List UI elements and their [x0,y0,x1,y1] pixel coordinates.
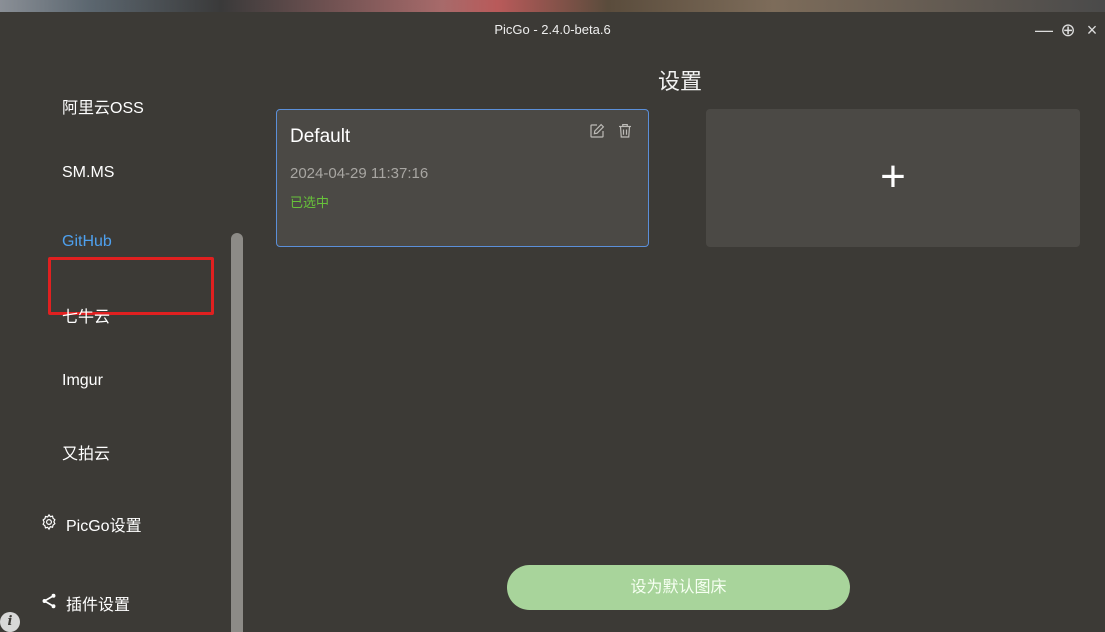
set-default-button[interactable]: 设为默认图床 [507,565,850,610]
gear-icon [40,513,58,536]
add-config-card[interactable]: + [706,109,1080,247]
plus-icon: + [880,152,906,201]
page-title: 设置 [657,69,702,94]
sidebar-item-imgur[interactable]: Imgur [62,372,103,390]
config-date: 2024-04-29 11:37:16 [290,165,429,182]
picgo-settings-label: PicGo设置 [66,518,142,535]
selected-status: 已选中 [290,195,330,210]
delete-icon[interactable] [616,122,634,145]
sidebar-item-github[interactable]: GitHub [62,233,112,251]
config-name: Default [290,126,351,147]
pin-icon[interactable]: ⊕ [1059,20,1077,40]
title-bar: PicGo - 2.4.0-beta.6 — ⊕ × [0,12,1105,50]
config-card-default[interactable]: Default 2024-04-29 11:37:16 已选中 [276,109,649,247]
sidebar: 阿里云OSS SM.MS GitHub 七牛云 Imgur 又拍云 PicGo设… [0,50,232,632]
window-controls: — ⊕ × [1035,20,1101,40]
info-icon[interactable]: i [0,612,20,632]
minimize-icon[interactable]: — [1035,20,1053,40]
sidebar-item-upyun[interactable]: 又拍云 [62,440,110,464]
plugin-settings-label: 插件设置 [66,597,131,614]
sidebar-item-aliyun-oss[interactable]: 阿里云OSS [62,94,144,118]
sidebar-scrollbar[interactable] [231,233,243,632]
sidebar-item-picgo-settings[interactable]: PicGo设置 [40,512,142,536]
edit-icon[interactable] [588,122,606,145]
sidebar-item-plugin-settings[interactable]: 插件设置 [40,591,130,615]
config-actions [588,122,634,145]
close-icon[interactable]: × [1083,20,1101,40]
sidebar-item-smms[interactable]: SM.MS [62,164,114,182]
window-title: PicGo - 2.4.0-beta.6 [494,22,611,37]
share-icon [40,592,58,615]
sidebar-item-qiniu[interactable]: 七牛云 [62,303,110,327]
background-strip [0,0,1105,12]
